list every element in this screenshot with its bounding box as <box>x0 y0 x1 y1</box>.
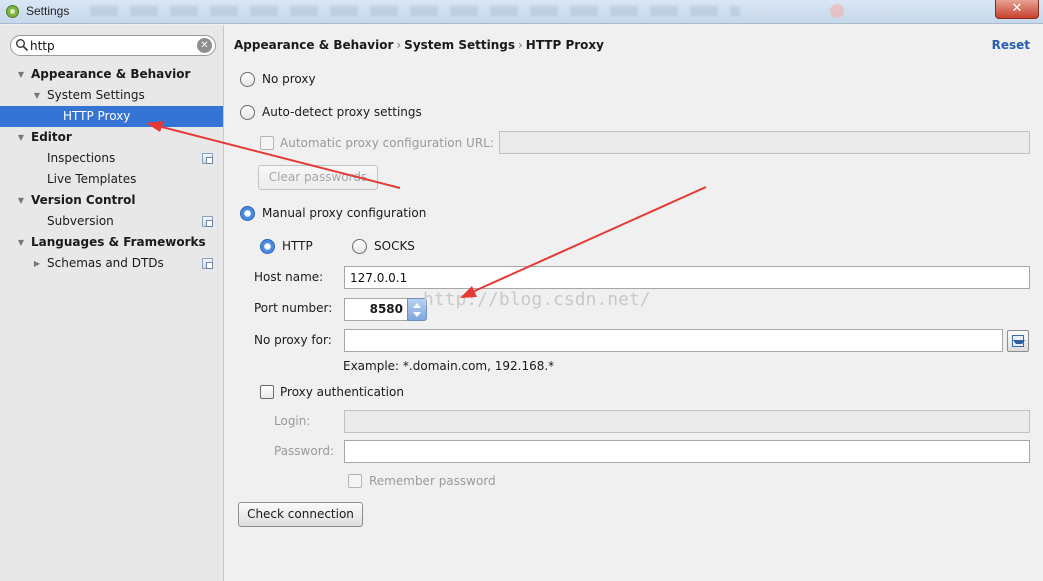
tree-node-subversion[interactable]: Subversion <box>0 211 223 232</box>
auto-detect-radio[interactable] <box>240 105 255 120</box>
proxy-authentication-label[interactable]: Proxy authentication <box>280 385 404 399</box>
expand-arrow-icon[interactable]: ▶ <box>32 253 42 274</box>
tree-node-label: Inspections <box>47 151 116 165</box>
tree-node-label: Appearance & Behavior <box>31 67 191 81</box>
spinner-down-icon[interactable] <box>413 312 421 317</box>
auto-config-url-checkbox[interactable] <box>260 136 274 150</box>
auto-config-url-label: Automatic proxy configuration URL: <box>280 136 494 150</box>
socks-label[interactable]: SOCKS <box>374 239 415 253</box>
http-radio[interactable] <box>260 239 275 254</box>
tree-node-label: Editor <box>31 130 72 144</box>
password-label: Password: <box>274 444 335 458</box>
collapse-arrow-icon[interactable]: ▼ <box>16 190 26 211</box>
tree-node-live-templates[interactable]: Live Templates <box>0 169 223 190</box>
remember-password-checkbox[interactable] <box>348 474 362 488</box>
host-name-field[interactable] <box>344 266 1030 289</box>
window-title: Settings <box>26 4 70 18</box>
proxy-authentication-checkbox[interactable] <box>260 385 274 399</box>
remember-password-label: Remember password <box>369 474 496 488</box>
background-window-ghost <box>90 6 740 16</box>
breadcrumb-separator: › <box>396 38 402 52</box>
settings-tree: ▼ Appearance & Behavior ▼ System Settings HT… <box>0 64 223 274</box>
tree-node-inspections[interactable]: Inspections <box>0 148 223 169</box>
password-field[interactable] <box>344 440 1030 463</box>
auto-config-url-field[interactable] <box>499 131 1030 154</box>
tree-node-schemas-and-dtds[interactable]: ▶ Schemas and DTDs <box>0 253 223 274</box>
reset-link[interactable]: Reset <box>992 38 1030 52</box>
expand-field-button[interactable] <box>1007 330 1029 352</box>
no-proxy-for-field[interactable] <box>344 329 1003 352</box>
tree-node-label: Version Control <box>31 193 136 207</box>
expand-icon <box>1012 335 1025 347</box>
app-icon <box>6 5 19 18</box>
port-number-field[interactable]: 8580 <box>344 298 408 321</box>
watermark-text: http://blog.csdn.net/ <box>423 289 651 310</box>
tree-node-version-control[interactable]: ▼ Version Control <box>0 190 223 211</box>
example-hint: Example: *.domain.com, 192.168.* <box>343 359 555 373</box>
http-proxy-panel: Appearance & Behavior › System Settings › HT… <box>225 25 1043 581</box>
spinner-up-icon[interactable] <box>413 303 421 308</box>
settings-search-box[interactable]: ✕ <box>10 35 216 56</box>
breadcrumb: Appearance & Behavior › System Settings › HT… <box>234 38 604 52</box>
no-proxy-label[interactable]: No proxy <box>262 72 316 86</box>
manual-proxy-radio[interactable] <box>240 206 255 221</box>
check-connection-button[interactable]: Check connection <box>238 502 363 527</box>
no-proxy-for-label: No proxy for: <box>254 333 332 347</box>
tree-node-editor[interactable]: ▼ Editor <box>0 127 223 148</box>
login-field[interactable] <box>344 410 1030 433</box>
magnifier-icon <box>16 39 29 52</box>
collapse-arrow-icon[interactable]: ▼ <box>32 85 42 106</box>
auto-detect-label[interactable]: Auto-detect proxy settings <box>262 105 422 119</box>
tree-node-label: HTTP Proxy <box>63 109 131 123</box>
settings-sidebar: ✕ ▼ Appearance & Behavior ▼ System Settings… <box>0 25 224 581</box>
host-name-label: Host name: <box>254 270 324 284</box>
port-number-label: Port number: <box>254 301 333 315</box>
http-label[interactable]: HTTP <box>282 239 313 253</box>
collapse-arrow-icon[interactable]: ▼ <box>16 127 26 148</box>
tree-node-label: Languages & Frameworks <box>31 235 206 249</box>
collapse-arrow-icon[interactable]: ▼ <box>16 64 26 85</box>
breadcrumb-http-proxy: HTTP Proxy <box>525 38 604 52</box>
tree-node-languages-frameworks[interactable]: ▼ Languages & Frameworks <box>0 232 223 253</box>
tree-node-http-proxy[interactable]: HTTP Proxy <box>0 106 223 127</box>
no-proxy-radio[interactable] <box>240 72 255 87</box>
project-scope-icon <box>202 258 213 269</box>
background-window-ghost-icon <box>830 4 844 18</box>
tree-node-system-settings[interactable]: ▼ System Settings <box>0 85 223 106</box>
tree-node-label: Schemas and DTDs <box>47 256 164 270</box>
manual-proxy-label[interactable]: Manual proxy configuration <box>262 206 426 220</box>
project-scope-icon <box>202 153 213 164</box>
tree-node-label: System Settings <box>47 88 145 102</box>
tree-node-appearance-behavior[interactable]: ▼ Appearance & Behavior <box>0 64 223 85</box>
breadcrumb-separator: › <box>517 38 523 52</box>
settings-search-input[interactable] <box>30 38 190 53</box>
login-label: Login: <box>274 414 311 428</box>
tree-node-label: Subversion <box>47 214 114 228</box>
tree-node-label: Live Templates <box>47 172 137 186</box>
window-titlebar: Settings ✕ <box>0 0 1043 24</box>
window-close-button[interactable]: ✕ <box>995 0 1039 19</box>
project-scope-icon <box>202 216 213 227</box>
socks-radio[interactable] <box>352 239 367 254</box>
clear-icon[interactable]: ✕ <box>197 38 212 53</box>
clear-passwords-button[interactable]: Clear passwords <box>258 165 378 190</box>
breadcrumb-system-settings: System Settings <box>404 38 515 52</box>
collapse-arrow-icon[interactable]: ▼ <box>16 232 26 253</box>
breadcrumb-appearance: Appearance & Behavior <box>234 38 394 52</box>
